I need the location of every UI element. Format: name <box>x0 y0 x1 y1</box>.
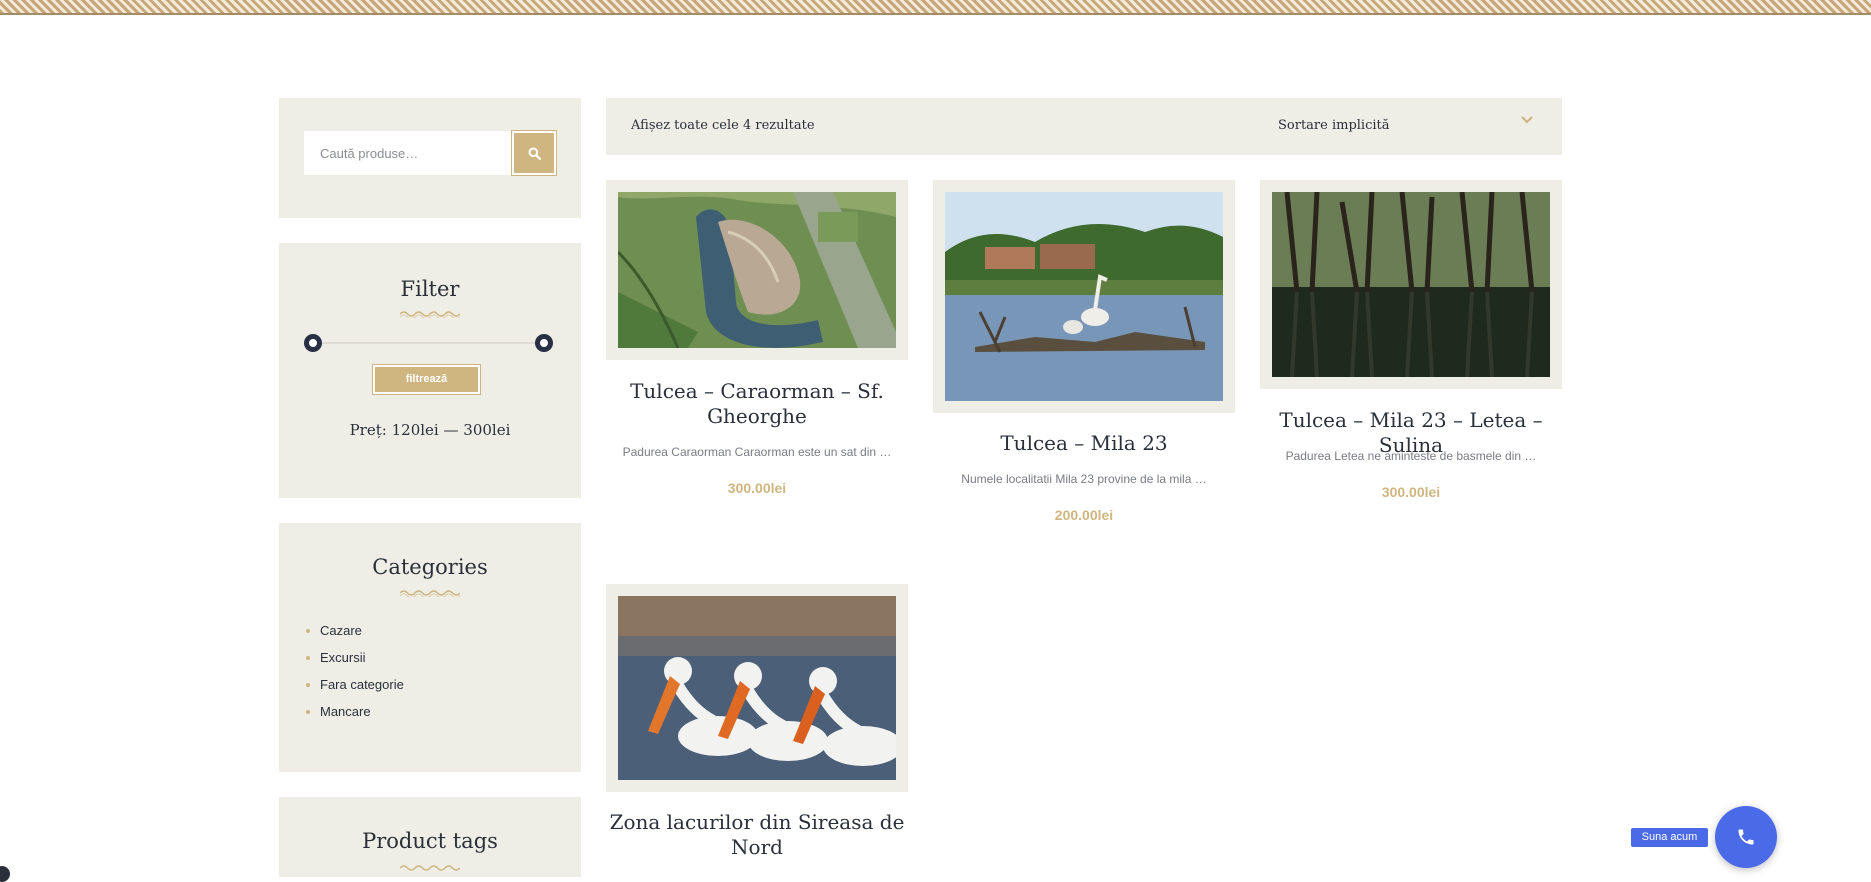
category-link-cazare[interactable]: Cazare <box>305 623 404 650</box>
product-excerpt: Padurea Caraorman Caraorman este un sat … <box>622 445 892 459</box>
product-price: 200.00lei <box>1054 507 1114 523</box>
sort-dropdown[interactable]: Sortare implicită <box>1278 118 1390 133</box>
product-image[interactable] <box>1260 180 1562 389</box>
categories-widget: Categories Cazare Excursii Fara categori… <box>279 523 581 772</box>
price-max: 300lei <box>463 421 511 439</box>
pelican-lake-photo <box>945 192 1223 401</box>
search-widget <box>279 98 581 218</box>
category-link-excursii[interactable]: Excursii <box>305 650 404 677</box>
filter-button[interactable]: filtrează <box>372 364 481 395</box>
price-slider-max-handle[interactable] <box>535 334 553 352</box>
flooded-forest-photo <box>1272 192 1550 377</box>
product-excerpt: Numele localitatii Mila 23 provine de la… <box>961 472 1207 486</box>
aerial-village-photo <box>618 192 896 348</box>
decorative-wave-divider <box>400 311 460 318</box>
search-button[interactable] <box>511 130 557 176</box>
product-image[interactable] <box>606 180 908 360</box>
category-link-mancare[interactable]: Mancare <box>305 704 404 731</box>
corner-avatar-dot[interactable] <box>0 866 10 882</box>
pelicans-photo <box>618 596 896 780</box>
product-excerpt: Padurea Letea ne aminteste de basmele di… <box>1285 449 1537 463</box>
phone-icon <box>1738 829 1754 845</box>
product-title[interactable]: Tulcea – Mila 23 <box>933 431 1235 456</box>
price-filter-widget: Filter filtrează Preț: 120lei — 300lei <box>279 243 581 498</box>
categories-title: Categories <box>372 555 488 579</box>
product-search-input[interactable] <box>304 131 513 175</box>
product-image[interactable] <box>606 584 908 792</box>
result-count: Afișez toate cele 4 rezultate <box>631 118 815 133</box>
shop-toolbar: Afișez toate cele 4 rezultate Sortare im… <box>606 98 1562 155</box>
decorative-wave-divider <box>400 590 460 597</box>
product-tags-widget: Product tags <box>279 797 581 877</box>
filter-title: Filter <box>400 277 460 301</box>
call-now-label[interactable]: Suna acum <box>1631 828 1708 847</box>
price-separator: — <box>443 421 459 439</box>
price-min: 120lei <box>391 421 439 439</box>
product-title[interactable]: Tulcea – Caraorman – Sf. Gheorghe <box>606 379 908 429</box>
product-title[interactable]: Zona lacurilor din Sireasa de Nord <box>606 810 908 860</box>
category-link-fara-categorie[interactable]: Fara categorie <box>305 677 404 704</box>
decorative-top-border <box>0 0 1871 15</box>
category-list: Cazare Excursii Fara categorie Mancare <box>305 623 404 731</box>
price-label: Preț: <box>349 421 387 439</box>
product-tags-title: Product tags <box>362 829 498 853</box>
price-range-label: Preț: 120lei — 300lei <box>279 421 581 439</box>
price-slider-track[interactable] <box>312 342 543 344</box>
call-button[interactable] <box>1715 806 1777 868</box>
chevron-down-icon[interactable] <box>1520 115 1534 125</box>
product-price: 300.00lei <box>1381 484 1441 500</box>
search-icon <box>528 147 541 160</box>
product-price: 300.00lei <box>727 480 787 496</box>
product-image[interactable] <box>933 180 1235 413</box>
decorative-wave-divider <box>400 865 460 871</box>
price-slider-min-handle[interactable] <box>304 334 322 352</box>
